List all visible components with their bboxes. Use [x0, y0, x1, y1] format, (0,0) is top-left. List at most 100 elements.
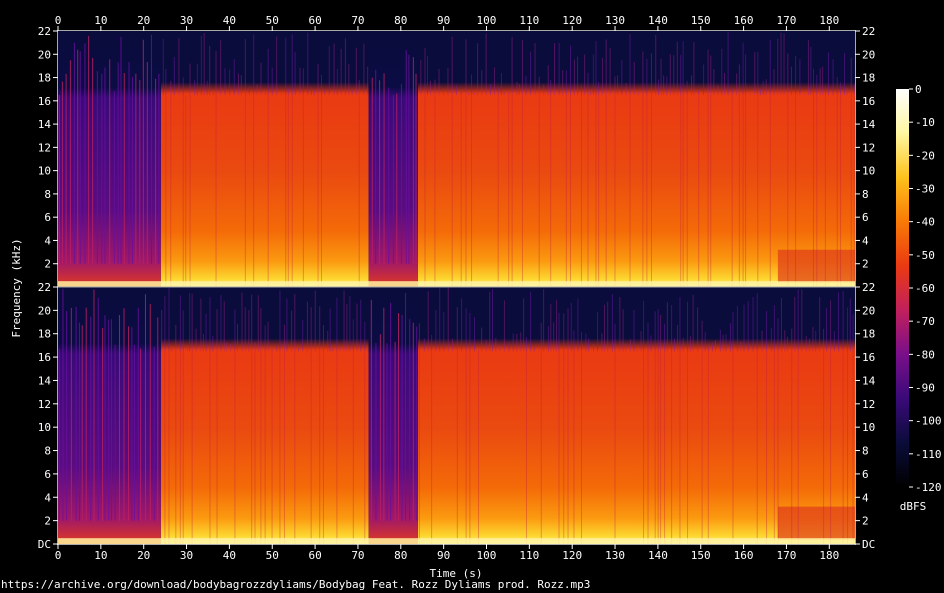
x-tick-label: 80: [394, 549, 407, 562]
x-tick-label: 10: [94, 14, 107, 27]
y-tick-label: 6: [44, 211, 51, 224]
y-tick-label: 2: [44, 515, 51, 528]
x-tick-label: 120: [562, 14, 582, 27]
x-tick-label: 50: [266, 14, 279, 27]
y-tick-label: 2: [862, 258, 869, 271]
x-tick-label: 0: [55, 549, 62, 562]
y-tick-label: 22: [862, 25, 875, 38]
y-tick-label: 4: [862, 491, 869, 504]
y-tick-label: 14: [38, 118, 52, 131]
x-tick-label: 30: [180, 14, 193, 27]
y-tick-label: 18: [38, 72, 51, 85]
colorbar-tick-label: -80: [915, 348, 935, 361]
colorbar-tick-label: -100: [915, 415, 942, 428]
low-frequency-band: [58, 538, 855, 544]
colorbar-tick-label: -30: [915, 183, 935, 196]
colorbar-tick-label: 0: [915, 83, 922, 96]
dense-section: [417, 287, 855, 544]
dense-section: [417, 31, 855, 287]
colorbar-tick-label: -70: [915, 315, 935, 328]
x-tick-label: 140: [648, 14, 668, 27]
y-tick-label: 10: [38, 421, 51, 434]
colorbar-label: dBFS: [900, 500, 927, 513]
y-tick-label: 18: [862, 72, 875, 85]
y-tick-label: 20: [38, 48, 51, 61]
y-tick-label: 10: [862, 421, 875, 434]
colorbar-tick-label: -60: [915, 282, 935, 295]
y-tick-label: 16: [862, 95, 875, 108]
x-tick-label: 160: [734, 549, 754, 562]
y-tick-label: DC: [862, 538, 875, 551]
x-tick-label: 90: [437, 14, 450, 27]
x-tick-label: 180: [819, 14, 839, 27]
x-tick-label: 170: [777, 549, 797, 562]
y-tick-label: 14: [38, 374, 52, 387]
x-tick-label: 130: [605, 549, 625, 562]
channel-1-spectrogram: [58, 31, 855, 287]
x-tick-label: 70: [351, 549, 364, 562]
y-tick-label: 20: [862, 48, 875, 61]
y-tick-label: 14: [862, 118, 876, 131]
y-tick-label: 8: [44, 445, 51, 458]
y-tick-label: 12: [862, 141, 875, 154]
x-tick-label: 70: [351, 14, 364, 27]
x-tick-label: 110: [519, 14, 539, 27]
y-tick-label: 4: [862, 234, 869, 247]
x-tick-label: 20: [137, 549, 150, 562]
y-tick-label: 6: [44, 468, 51, 481]
y-tick-label: 2: [862, 515, 869, 528]
x-tick-label: 140: [648, 549, 668, 562]
y-tick-label: 16: [862, 351, 875, 364]
y-tick-label: 20: [38, 304, 51, 317]
y-tick-label: 18: [38, 328, 51, 341]
x-tick-label: 10: [94, 549, 107, 562]
colorbar-tick-label: -10: [915, 116, 935, 129]
x-tick-label: 100: [477, 549, 497, 562]
low-frequency-band: [58, 281, 855, 287]
x-tick-label: 30: [180, 549, 193, 562]
y-tick-label: 10: [38, 165, 51, 178]
x-tick-label: 80: [394, 14, 407, 27]
colorbar-tick-label: -50: [915, 249, 935, 262]
x-tick-label: 180: [819, 549, 839, 562]
colorbar-tick-label: -40: [915, 216, 935, 229]
y-tick-label: 8: [862, 445, 869, 458]
y-tick-label: 20: [862, 304, 875, 317]
colorbar-tick-label: -120: [915, 481, 942, 494]
x-tick-label: 90: [437, 549, 450, 562]
y-tick-label: 12: [38, 141, 51, 154]
y-tick-label: 22: [38, 25, 51, 38]
x-tick-label: 60: [308, 14, 321, 27]
x-tick-label: 100: [477, 14, 497, 27]
y-tick-label: 10: [862, 165, 875, 178]
x-tick-label: 160: [734, 14, 754, 27]
y-tick-label: 4: [44, 491, 51, 504]
y-tick-label: 16: [38, 95, 51, 108]
y-tick-label: 4: [44, 234, 51, 247]
x-tick-label: 150: [691, 14, 711, 27]
colorbar-tick-label: -110: [915, 448, 942, 461]
source-url-footer: https://archive.org/download/bodybagrozz…: [1, 578, 591, 591]
y-tick-label: 12: [862, 398, 875, 411]
y-tick-label: 6: [862, 468, 869, 481]
x-tick-label: 20: [137, 14, 150, 27]
y-tick-label: 8: [862, 188, 869, 201]
x-tick-label: 0: [55, 14, 62, 27]
x-tick-label: 40: [223, 14, 236, 27]
x-tick-label: 120: [562, 549, 582, 562]
x-tick-label: 60: [308, 549, 321, 562]
x-tick-label: 170: [777, 14, 797, 27]
spectrogram-chart: 0010102020303040405050606070708080909010…: [10, 14, 942, 580]
y-axis-label: Frequency (kHz): [10, 238, 23, 337]
y-tick-label: 18: [862, 328, 875, 341]
y-tick-label: 6: [862, 211, 869, 224]
colorbar-scale: [896, 89, 909, 487]
colorbar-tick-label: -90: [915, 382, 935, 395]
x-tick-label: 110: [519, 549, 539, 562]
y-tick-label: 22: [862, 281, 875, 294]
y-tick-label: 12: [38, 398, 51, 411]
y-tick-label: DC: [38, 538, 51, 551]
y-tick-label: 14: [862, 374, 876, 387]
x-tick-label: 50: [266, 549, 279, 562]
y-tick-label: 8: [44, 188, 51, 201]
